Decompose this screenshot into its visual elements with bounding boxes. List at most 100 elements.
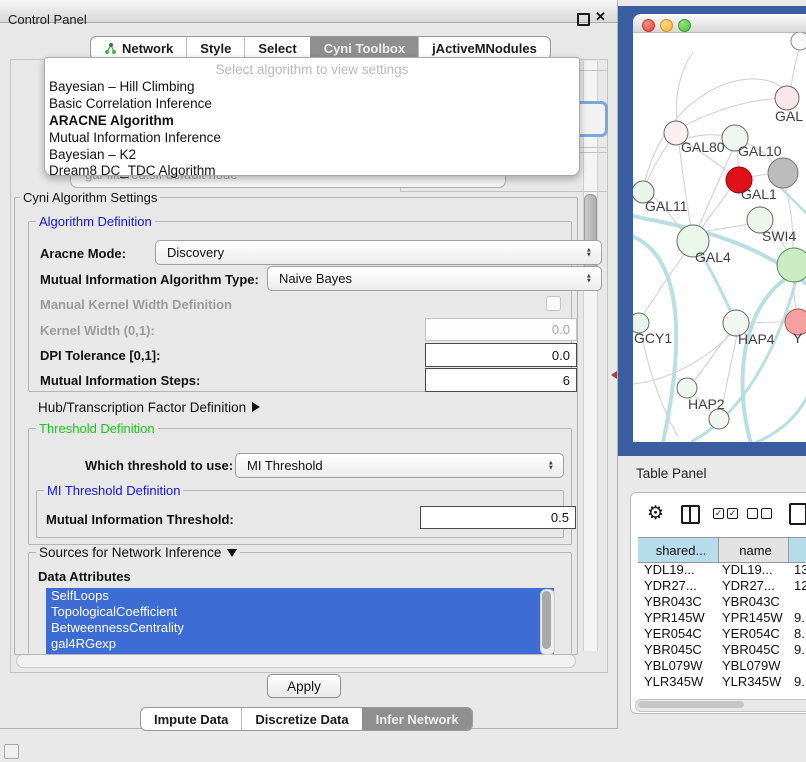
column-header-shared-name[interactable]: shared... — [638, 538, 718, 562]
table-row[interactable]: YLR345WYLR345W9. — [638, 674, 806, 690]
close-panel-icon[interactable]: ✕ — [595, 9, 606, 25]
node-label: SWI4 — [762, 228, 796, 244]
node-label: Y — [793, 330, 803, 346]
node-label: GAL80 — [681, 139, 725, 155]
node[interactable] — [791, 32, 806, 50]
node-label: HAP4 — [738, 331, 775, 347]
tab-style[interactable]: Style — [186, 37, 244, 59]
kernel-width-field[interactable]: 0.0 — [425, 318, 577, 341]
dropdown-item[interactable]: Basic Correlation Inference — [49, 96, 212, 111]
column-header-name[interactable]: name — [718, 538, 788, 562]
tab-impute-data[interactable]: Impute Data — [141, 708, 241, 730]
kernel-width-label: Kernel Width (0,1): — [40, 323, 155, 338]
node[interactable] — [768, 158, 798, 188]
splitter-collapse-icon[interactable] — [611, 371, 617, 379]
settings-vertical-scrollbar[interactable] — [583, 61, 598, 651]
expander-collapsed-icon — [252, 402, 260, 412]
attributes-list-scrollbar-thumb[interactable] — [542, 591, 551, 649]
list-item[interactable]: BetweennessCentrality — [46, 620, 554, 636]
cyni-settings-group-title: Cyni Algorithm Settings — [20, 190, 160, 205]
mac-close-button[interactable] — [642, 19, 655, 32]
node[interactable] — [775, 86, 799, 110]
list-item[interactable]: SelfLoops — [46, 588, 554, 604]
tab-infer-network[interactable]: Infer Network — [362, 708, 472, 730]
table-body: YDL19...YDL19...13 YDR27...YDR27...12 YB… — [638, 562, 806, 692]
settings-horizontal-scrollbar[interactable] — [16, 654, 576, 668]
stepper-arrows-icon: ▲▼ — [586, 273, 592, 284]
network-window-titlebar[interactable] — [633, 14, 806, 33]
table-row[interactable]: YPR145WYPR145W9. — [638, 610, 806, 626]
network-canvas[interactable]: GAL GAL80 GAL10 GAL1 GAL11 SWI4 GAL4 GCY… — [633, 32, 806, 442]
tab-select[interactable]: Select — [244, 37, 309, 59]
stepper-arrows-icon: ▲▼ — [586, 247, 592, 258]
minimized-panel-icon[interactable] — [4, 744, 19, 759]
table-row[interactable]: YBR045CYBR045C9. — [638, 642, 806, 658]
select-all-checkbox-icon[interactable]: ✓ — [713, 508, 724, 519]
table-panel: ⚙ ✓ ✓ shared... name YDL19...YDL19...13 … — [630, 492, 806, 714]
network-window: GAL GAL80 GAL10 GAL1 GAL11 SWI4 GAL4 GCY… — [633, 14, 806, 442]
cyni-mode-tabs: Impute Data Discretize Data Infer Networ… — [140, 707, 473, 731]
node-hap2[interactable] — [677, 378, 697, 398]
node-swi4[interactable] — [777, 248, 806, 282]
expander-expanded-icon — [227, 549, 237, 557]
node-label: HAP2 — [688, 396, 725, 412]
dropdown-placeholder: Select algorithm to view settings — [45, 62, 579, 77]
list-item[interactable]: gal4RGexp — [46, 636, 554, 652]
manual-kernel-label: Manual Kernel Width Definition — [40, 297, 232, 312]
table-panel-title: Table Panel — [636, 466, 707, 481]
table-horizontal-scrollbar[interactable] — [635, 699, 806, 712]
deselect-all-checkbox-icon[interactable] — [761, 508, 772, 519]
node-label: GAL — [775, 108, 803, 124]
which-threshold-label: Which threshold to use: — [85, 458, 233, 473]
node-label: GAL10 — [738, 143, 782, 159]
sources-group-title[interactable]: Sources for Network Inference — [36, 545, 240, 560]
select-all-checkbox-icon[interactable]: ✓ — [727, 508, 738, 519]
aracne-mode-combo[interactable]: Discovery ▲▼ — [155, 240, 602, 265]
network-icon — [104, 42, 117, 55]
which-threshold-value: MI Threshold — [247, 458, 323, 473]
table-row[interactable]: YDR27...YDR27...12 — [638, 578, 806, 594]
dropdown-item[interactable]: Bayesian – Hill Climbing — [49, 79, 195, 94]
list-item[interactable]: TopologicalCoefficient — [46, 604, 554, 620]
table-row[interactable]: YER054CYER054C8. — [638, 626, 806, 642]
deselect-all-checkbox-icon[interactable] — [747, 508, 758, 519]
table-horizontal-scrollbar-thumb[interactable] — [638, 701, 744, 708]
screen: Control Panel ✕ Network Style Select Cyn… — [0, 0, 806, 762]
tab-jactivemnodules[interactable]: jActiveMNodules — [418, 37, 550, 59]
mi-type-combo[interactable]: Naive Bayes ▲▼ — [267, 266, 602, 291]
node[interactable] — [709, 409, 729, 429]
table-row[interactable]: YIL052CYIL052C9 — [638, 690, 806, 692]
mi-type-value: Naive Bayes — [279, 271, 352, 286]
column-header-partial[interactable] — [788, 538, 806, 562]
dropdown-item-selected[interactable]: ARACNE Algorithm — [49, 113, 174, 128]
dpi-tolerance-field[interactable]: 0.0 — [425, 343, 577, 367]
table-row[interactable]: YDL19...YDL19...13 — [638, 562, 806, 578]
table-row[interactable]: YBR043CYBR043C — [638, 594, 806, 610]
hub-definition-expander[interactable]: Hub/Transcription Factor Definition — [38, 400, 260, 415]
mac-zoom-button[interactable] — [678, 19, 691, 32]
control-panel-titlebar[interactable] — [0, 0, 617, 23]
tab-network[interactable]: Network — [91, 37, 186, 59]
mi-steps-field[interactable]: 6 — [425, 368, 577, 392]
tab-discretize-data[interactable]: Discretize Data — [241, 708, 361, 730]
hub-definition-label: Hub/Transcription Factor Definition — [38, 400, 246, 415]
dropdown-item[interactable]: Mutual Information Inference — [49, 130, 221, 145]
dropdown-item[interactable]: Dream8 DC_TDC Algorithm — [49, 163, 216, 178]
float-panel-button[interactable] — [577, 13, 590, 26]
tab-network-label: Network — [122, 41, 173, 56]
table-row[interactable]: YBL079WYBL079W — [638, 658, 806, 674]
apply-button[interactable]: Apply — [267, 674, 341, 698]
tab-cyni-toolbox[interactable]: Cyni Toolbox — [310, 37, 418, 59]
mac-minimize-button[interactable] — [660, 19, 673, 32]
mi-type-label: Mutual Information Algorithm Type: — [40, 272, 259, 287]
dropdown-item[interactable]: Bayesian – K2 — [49, 147, 136, 162]
gear-icon[interactable]: ⚙ — [647, 502, 664, 525]
mi-threshold-field[interactable]: 0.5 — [420, 506, 576, 529]
which-threshold-combo[interactable]: MI Threshold ▲▼ — [235, 453, 564, 478]
dpi-tolerance-label: DPI Tolerance [0,1]: — [40, 348, 160, 363]
new-table-icon[interactable] — [789, 503, 806, 525]
manual-kernel-checkbox[interactable] — [546, 296, 561, 311]
columns-icon[interactable] — [681, 505, 700, 524]
node-label: GAL4 — [695, 249, 731, 265]
aracne-mode-label: Aracne Mode: — [40, 246, 126, 261]
